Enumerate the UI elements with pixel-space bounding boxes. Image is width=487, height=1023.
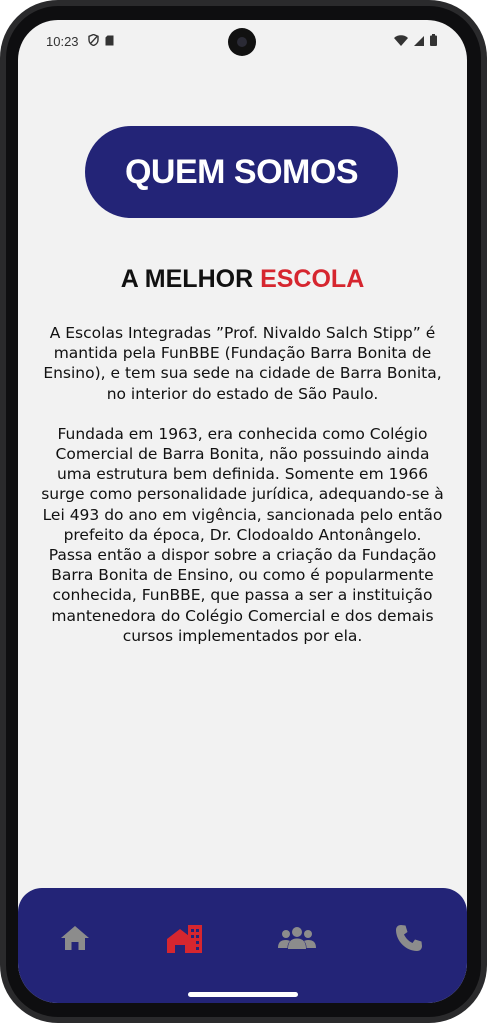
building-icon [167, 925, 202, 953]
sim-card-icon [105, 35, 114, 45]
users-icon [278, 927, 316, 949]
section-heading: A MELHOR ESCOLA [18, 265, 467, 294]
section-heading-accent: ESCOLA [260, 265, 365, 293]
front-camera [228, 28, 256, 56]
bottom-navigation [18, 888, 467, 1003]
status-bar: 10:23 [18, 20, 467, 64]
status-right-icons [394, 34, 437, 46]
wifi-icon [394, 34, 408, 46]
about-paragraph: Fundada em 1963, era conhecida como Colé… [41, 424, 444, 645]
section-heading-prefix: A MELHOR [120, 265, 261, 293]
nav-home[interactable] [55, 918, 95, 958]
page-title-banner: QUEM SOMOS [85, 126, 398, 218]
phone-frame: 10:23 QUEM SOMOS A MELHOR ESCOLA A Escol… [0, 0, 487, 1023]
about-text: A Escolas Integradas ”Prof. Nivaldo Salc… [40, 323, 445, 666]
shield-icon [88, 34, 99, 46]
gesture-navigation-bar[interactable] [188, 992, 298, 997]
home-icon [61, 926, 89, 950]
nav-about[interactable] [165, 918, 205, 958]
nav-contact[interactable] [389, 918, 429, 958]
nav-team[interactable] [277, 918, 317, 958]
page-title: QUEM SOMOS [124, 152, 359, 191]
phone-icon [396, 925, 422, 951]
battery-icon [430, 34, 437, 46]
status-left-icons [88, 34, 114, 46]
about-paragraph: A Escolas Integradas ”Prof. Nivaldo Salc… [43, 324, 442, 403]
app-screen: 10:23 QUEM SOMOS A MELHOR ESCOLA A Escol… [18, 20, 467, 1003]
status-time: 10:23 [46, 34, 79, 49]
signal-icon [414, 35, 424, 46]
